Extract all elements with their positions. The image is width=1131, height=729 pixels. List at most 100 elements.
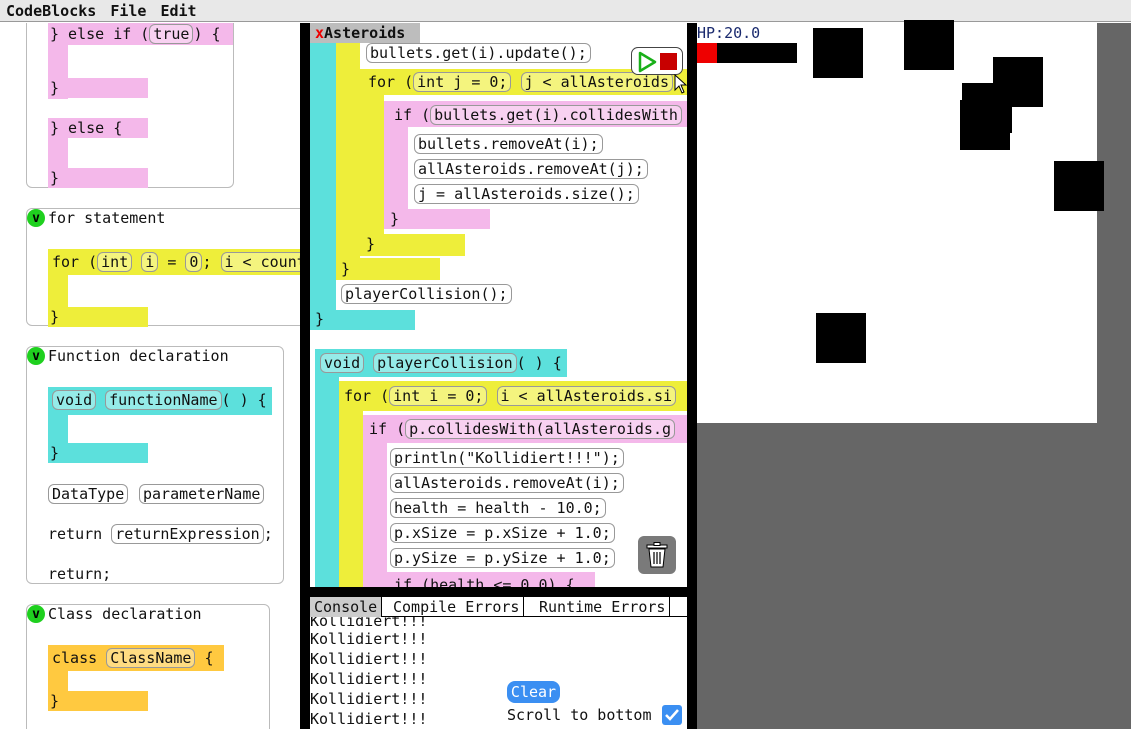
- class-name-chip[interactable]: ClassName: [106, 648, 196, 668]
- player-ship: [816, 313, 866, 363]
- code-line: bullets.get(i).update();: [366, 43, 591, 63]
- statement-chip[interactable]: health = health - 10.0;: [390, 498, 606, 518]
- code-line: playerCollision();: [341, 284, 512, 304]
- editor-tab[interactable]: xAsteroids: [310, 23, 420, 43]
- asteroid: [1054, 161, 1104, 211]
- statement-chip[interactable]: j = allAsteroids.size();: [414, 184, 639, 204]
- code-editor[interactable]: xAsteroids bullets.get(i).update(); for …: [310, 23, 687, 587]
- console-line: Kollidiert!!!: [310, 670, 428, 688]
- statement-chip[interactable]: bullets.removeAt(i);: [414, 134, 603, 154]
- function-declaration-card: [26, 346, 284, 584]
- play-icon[interactable]: [636, 51, 658, 73]
- function-name-chip[interactable]: playerCollision: [373, 353, 517, 373]
- right-divider[interactable]: [687, 23, 697, 729]
- code-line: if (health <= 0.0) {: [394, 575, 575, 587]
- statement-chip[interactable]: bullets.get(i).update();: [366, 43, 591, 63]
- else-if-keyword: } else if (: [50, 25, 150, 43]
- function-line: void functionName( ) {: [52, 390, 267, 410]
- statement-chip[interactable]: allAsteroids.removeAt(j);: [414, 159, 648, 179]
- function-block-footer: [48, 443, 148, 463]
- tab-compile-errors[interactable]: Compile Errors: [389, 597, 525, 617]
- code-line: allAsteroids.removeAt(i);: [390, 473, 624, 493]
- editor-console-divider[interactable]: [310, 587, 687, 597]
- parameter-name-chip[interactable]: parameterName: [139, 484, 265, 504]
- code-line: println("Kollidiert!!!");: [390, 448, 624, 468]
- cond-chip[interactable]: p.collidesWith(allAsteroids.g: [405, 419, 676, 439]
- cond-chip[interactable]: i < allAsteroids.si: [496, 386, 677, 406]
- inner-for-footer: [360, 234, 465, 256]
- for-keyword: for (: [52, 253, 98, 271]
- datatype-chip[interactable]: DataType: [48, 484, 129, 504]
- for-block-body: [48, 275, 68, 307]
- method-block[interactable]: [310, 43, 336, 310]
- cond-chip[interactable]: j < allAsteroids: [520, 72, 673, 92]
- var-chip[interactable]: i: [141, 252, 159, 272]
- checkmark-icon: [665, 709, 679, 721]
- code-line: p.xSize = p.xSize + 1.0;: [390, 523, 615, 543]
- cond-chip[interactable]: i < count: [220, 252, 300, 272]
- return-semicolon: ;: [263, 525, 273, 543]
- class-keyword: class: [52, 649, 98, 667]
- console-line: Kollidiert!!!: [310, 710, 428, 728]
- statement-text: if (health <= 0.0) {: [394, 576, 575, 587]
- stop-icon[interactable]: [660, 53, 677, 70]
- close-brace: }: [390, 210, 400, 228]
- init-chip[interactable]: int i = 0;: [389, 386, 488, 406]
- collision-if-footer: [384, 209, 490, 229]
- v-badge[interactable]: v: [27, 605, 45, 623]
- trash-icon: [646, 542, 668, 568]
- return-only[interactable]: return;: [48, 564, 111, 584]
- trash-button[interactable]: [638, 536, 676, 574]
- app-name-menu[interactable]: CodeBlocks: [6, 2, 96, 20]
- edit-menu[interactable]: Edit: [160, 2, 196, 20]
- asteroid: [960, 100, 1010, 150]
- inner-for-body: [360, 95, 384, 253]
- statement-chip[interactable]: p.xSize = p.xSize + 1.0;: [390, 523, 615, 543]
- cond-chip[interactable]: bullets.get(i).collidesWith: [430, 105, 682, 125]
- console-line: Kollidiert!!!: [310, 690, 428, 708]
- close-tab-icon[interactable]: x: [315, 24, 324, 42]
- file-menu[interactable]: File: [110, 2, 146, 20]
- tab-console[interactable]: Console: [310, 597, 383, 617]
- statement-chip[interactable]: allAsteroids.removeAt(i);: [390, 473, 624, 493]
- health-bar: [697, 43, 797, 63]
- left-divider[interactable]: [300, 23, 310, 729]
- menu-bar: CodeBlocks File Edit: [0, 0, 1131, 22]
- for-block-body: [339, 411, 363, 587]
- assign-op: =: [167, 253, 186, 271]
- datatype-chip-line: DataType: [48, 484, 129, 504]
- v-badge[interactable]: v: [27, 347, 45, 365]
- block-palette: } else if (true) { } } else { } v for st…: [0, 23, 300, 729]
- else-label: } else {: [50, 119, 123, 137]
- class-brace: {: [204, 649, 214, 667]
- condition-true[interactable]: true: [149, 24, 194, 44]
- statement-chip[interactable]: p.ySize = p.ySize + 1.0;: [390, 548, 615, 568]
- scroll-to-bottom-checkbox[interactable]: [662, 705, 682, 725]
- code-line: void playerCollision( ) {: [320, 353, 562, 373]
- for-keyword: for (: [344, 387, 390, 405]
- class-close: }: [50, 692, 60, 710]
- return-expression-chip[interactable]: returnExpression: [111, 524, 264, 544]
- for-statement-title: for statement: [48, 209, 166, 227]
- game-canvas[interactable]: HP:20.0: [697, 20, 1104, 423]
- return-type-chip[interactable]: void: [52, 390, 97, 410]
- type-chip[interactable]: int: [97, 252, 133, 272]
- statement-chip[interactable]: println("Kollidiert!!!");: [390, 448, 624, 468]
- tab-runtime-errors[interactable]: Runtime Errors: [535, 597, 671, 617]
- for-block-footer: [48, 307, 148, 327]
- code-line: p.ySize = p.ySize + 1.0;: [390, 548, 615, 568]
- clear-button[interactable]: Clear: [507, 681, 560, 703]
- v-badge[interactable]: v: [27, 209, 45, 227]
- code-line: if (p.collidesWith(allAsteroids.g: [369, 419, 676, 439]
- function-paren: ( ) {: [221, 391, 267, 409]
- if-keyword: if (: [369, 420, 406, 438]
- function-block-body: [48, 415, 68, 443]
- health-bar-fill: [697, 43, 717, 63]
- function-name-chip[interactable]: functionName: [105, 390, 222, 410]
- statement-chip[interactable]: playerCollision();: [341, 284, 512, 304]
- code-line: allAsteroids.removeAt(j);: [414, 159, 648, 179]
- outer-for-block[interactable]: [336, 43, 360, 268]
- init-chip[interactable]: int j = 0;: [413, 72, 512, 92]
- return-type-chip[interactable]: void: [320, 353, 365, 373]
- init-chip[interactable]: 0: [185, 252, 203, 272]
